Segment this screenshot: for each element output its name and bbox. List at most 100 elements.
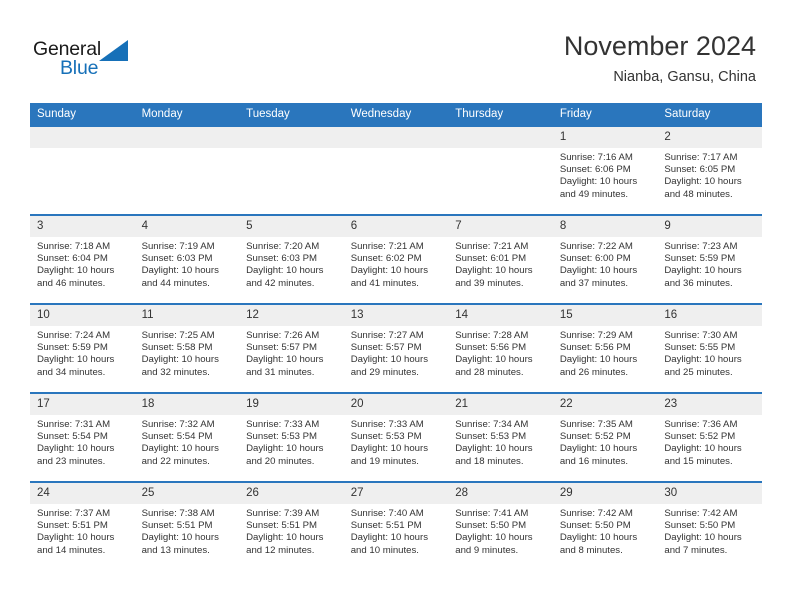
day-number: 29 [552, 483, 658, 504]
day-details: Sunrise: 7:38 AM Sunset: 5:51 PM Daylight:… [135, 504, 240, 557]
daylight-text: Daylight: 10 hours and 42 minutes. [246, 265, 324, 289]
calendar-day-cell[interactable]: 1 Sunrise: 7:16 AM Sunset: 6:06 PM Daylight… [552, 125, 658, 215]
day-number: 30 [657, 483, 762, 504]
day-details [344, 148, 449, 152]
calendar-day-cell[interactable]: 9 Sunrise: 7:23 AM Sunset: 5:59 PM Daylight… [657, 214, 762, 304]
day-details: Sunrise: 7:28 AM Sunset: 5:56 PM Daylight:… [448, 326, 553, 379]
day-number [343, 127, 449, 148]
calendar-day-cell[interactable]: 5 Sunrise: 7:20 AM Sunset: 6:03 PM Daylight… [239, 214, 344, 304]
day-details: Sunrise: 7:42 AM Sunset: 5:50 PM Daylight:… [553, 504, 658, 557]
day-details: Sunrise: 7:41 AM Sunset: 5:50 PM Daylight:… [448, 504, 553, 557]
day-details: Sunrise: 7:23 AM Sunset: 5:59 PM Daylight:… [657, 237, 762, 290]
weekday-header-tuesday: Tuesday [239, 103, 344, 126]
daylight-text: Daylight: 10 hours and 10 minutes. [350, 532, 429, 556]
calendar-day-cell[interactable]: 26 Sunrise: 7:39 AM Sunset: 5:51 PM Dayligh… [239, 481, 344, 570]
calendar-day-cell[interactable]: 6 Sunrise: 7:21 AM Sunset: 6:02 PM Daylight… [343, 214, 449, 304]
day-number [30, 127, 135, 148]
day-number: 19 [239, 394, 344, 415]
calendar-table: Sunday Monday Tuesday Wednesday Thursday… [30, 103, 762, 570]
day-number [239, 127, 344, 148]
sunset-text: Sunset: 5:51 PM [246, 520, 318, 532]
day-number: 24 [30, 483, 135, 504]
sunrise-text: Sunrise: 7:37 AM [37, 508, 111, 519]
sunrise-text: Sunrise: 7:31 AM [37, 419, 111, 430]
sunset-text: Sunset: 5:50 PM [455, 520, 527, 532]
daylight-text: Daylight: 10 hours and 36 minutes. [664, 265, 742, 289]
sunrise-text: Sunrise: 7:32 AM [141, 419, 215, 430]
day-details: Sunrise: 7:39 AM Sunset: 5:51 PM Daylight:… [239, 504, 344, 557]
calendar-day-cell[interactable]: 15 Sunrise: 7:29 AM Sunset: 5:56 PM Dayligh… [552, 303, 658, 393]
day-number: 26 [239, 483, 344, 504]
day-details: Sunrise: 7:20 AM Sunset: 6:03 PM Daylight:… [239, 237, 344, 290]
day-details [135, 148, 240, 152]
daylight-text: Daylight: 10 hours and 9 minutes. [455, 532, 533, 556]
daylight-text: Daylight: 10 hours and 29 minutes. [350, 354, 429, 378]
sunrise-text: Sunrise: 7:23 AM [664, 241, 738, 252]
sunset-text: Sunset: 5:51 PM [350, 520, 422, 532]
calendar-day-cell[interactable]: 18 Sunrise: 7:32 AM Sunset: 5:54 PM Dayligh… [134, 392, 240, 482]
calendar-day-cell[interactable]: 7 Sunrise: 7:21 AM Sunset: 6:01 PM Daylight… [448, 214, 553, 304]
day-number: 16 [657, 305, 762, 326]
day-number [134, 127, 240, 148]
calendar-day-cell[interactable]: 29 Sunrise: 7:42 AM Sunset: 5:50 PM Dayligh… [552, 481, 658, 570]
daylight-text: Daylight: 10 hours and 18 minutes. [455, 443, 533, 467]
calendar-day-cell[interactable]: 24 Sunrise: 7:37 AM Sunset: 5:51 PM Dayligh… [30, 481, 135, 570]
calendar-day-cell[interactable]: 13 Sunrise: 7:27 AM Sunset: 5:57 PM Dayligh… [343, 303, 449, 393]
calendar-day-cell[interactable]: 20 Sunrise: 7:33 AM Sunset: 5:53 PM Dayligh… [343, 392, 449, 482]
day-details: Sunrise: 7:34 AM Sunset: 5:53 PM Daylight:… [448, 415, 553, 468]
sunrise-text: Sunrise: 7:18 AM [37, 241, 111, 252]
calendar-day-cell[interactable]: 19 Sunrise: 7:33 AM Sunset: 5:53 PM Dayligh… [239, 392, 344, 482]
sunset-text: Sunset: 5:54 PM [141, 431, 213, 443]
calendar-day-cell[interactable]: 4 Sunrise: 7:19 AM Sunset: 6:03 PM Daylight… [134, 214, 240, 304]
day-number: 5 [239, 216, 344, 237]
sunrise-text: Sunrise: 7:39 AM [246, 508, 320, 519]
weekday-header-sunday: Sunday [30, 103, 135, 126]
calendar-day-cell[interactable]: 11 Sunrise: 7:25 AM Sunset: 5:58 PM Dayligh… [134, 303, 240, 393]
daylight-text: Daylight: 10 hours and 39 minutes. [455, 265, 533, 289]
day-details: Sunrise: 7:17 AM Sunset: 6:05 PM Daylight:… [657, 148, 762, 201]
sunset-text: Sunset: 5:59 PM [37, 342, 108, 354]
page-subtitle: Nianba, Gansu, China [613, 69, 756, 85]
sunset-text: Sunset: 6:04 PM [37, 253, 108, 265]
daylight-text: Daylight: 10 hours and 26 minutes. [559, 354, 638, 378]
sunset-text: Sunset: 5:53 PM [246, 431, 318, 443]
daylight-text: Daylight: 10 hours and 23 minutes. [37, 443, 115, 467]
calendar-day-cell[interactable]: 28 Sunrise: 7:41 AM Sunset: 5:50 PM Dayligh… [448, 481, 553, 570]
sunrise-text: Sunrise: 7:19 AM [141, 241, 215, 252]
calendar-day-cell[interactable]: 10 Sunrise: 7:24 AM Sunset: 5:59 PM Dayligh… [30, 303, 135, 393]
daylight-text: Daylight: 10 hours and 15 minutes. [664, 443, 742, 467]
calendar-day-cell[interactable]: 21 Sunrise: 7:34 AM Sunset: 5:53 PM Dayligh… [448, 392, 553, 482]
calendar-day-cell[interactable]: 3 Sunrise: 7:18 AM Sunset: 6:04 PM Daylight… [30, 214, 135, 304]
daylight-text: Daylight: 10 hours and 31 minutes. [246, 354, 324, 378]
calendar-day-cell[interactable]: 30 Sunrise: 7:42 AM Sunset: 5:50 PM Dayligh… [657, 481, 762, 570]
calendar-day-cell[interactable]: 27 Sunrise: 7:40 AM Sunset: 5:51 PM Dayligh… [343, 481, 449, 570]
title-block: November 2024 Nianba, Gansu, China [564, 30, 756, 87]
calendar-day-cell-empty [239, 125, 344, 215]
sunset-text: Sunset: 6:06 PM [559, 164, 631, 176]
calendar-day-cell[interactable]: 12 Sunrise: 7:26 AM Sunset: 5:57 PM Dayligh… [239, 303, 344, 393]
calendar-day-cell[interactable]: 2 Sunrise: 7:17 AM Sunset: 6:05 PM Daylight… [657, 125, 762, 215]
sunrise-text: Sunrise: 7:17 AM [664, 152, 738, 163]
sunset-text: Sunset: 5:51 PM [37, 520, 108, 532]
calendar-day-cell[interactable]: 23 Sunrise: 7:36 AM Sunset: 5:52 PM Dayligh… [657, 392, 762, 482]
calendar-page: General Blue November 2024 Nianba, Gansu… [0, 0, 792, 612]
day-number: 1 [552, 127, 658, 148]
day-details: Sunrise: 7:21 AM Sunset: 6:02 PM Daylight:… [344, 237, 449, 290]
day-number: 3 [30, 216, 135, 237]
calendar-day-cell[interactable]: 22 Sunrise: 7:35 AM Sunset: 5:52 PM Dayligh… [552, 392, 658, 482]
calendar-day-cell[interactable]: 17 Sunrise: 7:31 AM Sunset: 5:54 PM Dayligh… [30, 392, 135, 482]
general-blue-logo: General Blue [33, 38, 143, 80]
day-details: Sunrise: 7:19 AM Sunset: 6:03 PM Daylight:… [135, 237, 240, 290]
calendar-day-cell[interactable]: 14 Sunrise: 7:28 AM Sunset: 5:56 PM Dayligh… [448, 303, 553, 393]
calendar-day-cell[interactable]: 25 Sunrise: 7:38 AM Sunset: 5:51 PM Dayligh… [134, 481, 240, 570]
daylight-text: Daylight: 10 hours and 8 minutes. [559, 532, 638, 556]
sunset-text: Sunset: 5:50 PM [664, 520, 736, 532]
daylight-text: Daylight: 10 hours and 46 minutes. [37, 265, 115, 289]
sunset-text: Sunset: 5:52 PM [559, 431, 631, 443]
sunrise-text: Sunrise: 7:22 AM [559, 241, 633, 252]
daylight-text: Daylight: 10 hours and 32 minutes. [141, 354, 219, 378]
day-number: 8 [552, 216, 658, 237]
calendar-day-cell[interactable]: 8 Sunrise: 7:22 AM Sunset: 6:00 PM Daylight… [552, 214, 658, 304]
day-details: Sunrise: 7:33 AM Sunset: 5:53 PM Daylight:… [344, 415, 449, 468]
calendar-day-cell[interactable]: 16 Sunrise: 7:30 AM Sunset: 5:55 PM Dayligh… [657, 303, 762, 393]
